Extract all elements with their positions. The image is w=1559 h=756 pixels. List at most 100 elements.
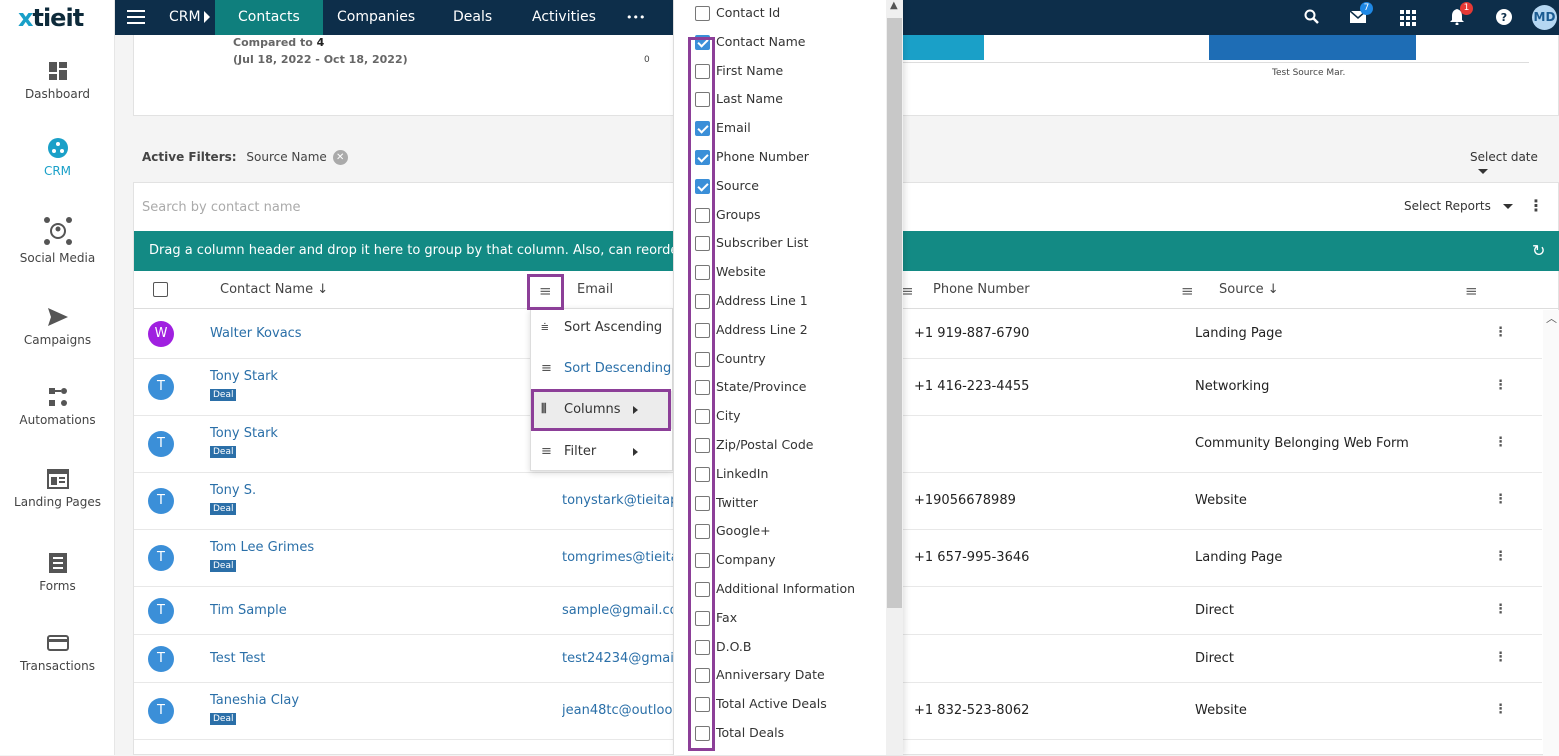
scroll-thumb[interactable] xyxy=(887,18,902,608)
sidebar-item-dashboard[interactable]: Dashboard xyxy=(0,59,115,101)
column-checkbox[interactable] xyxy=(695,582,710,597)
email-cell[interactable]: sample@gmail.com xyxy=(562,603,674,618)
active-filters: Active Filters: Source Name ✕ xyxy=(142,150,348,165)
contact-name-link[interactable]: Test Test xyxy=(210,651,265,666)
column-checkbox[interactable] xyxy=(695,438,710,453)
email-cell[interactable]: tomgrimes@tieitap xyxy=(562,550,674,565)
chart-bar-1 xyxy=(902,35,984,60)
refresh-icon[interactable]: ↻ xyxy=(1532,231,1545,271)
contact-name-link[interactable]: Tony Stark xyxy=(210,426,278,441)
column-checkbox[interactable] xyxy=(695,121,710,137)
column-checkbox[interactable] xyxy=(695,322,710,338)
search-icon[interactable] xyxy=(1304,9,1320,25)
contact-name-link[interactable]: Tony Stark xyxy=(210,369,278,384)
column-checkbox[interactable] xyxy=(695,150,710,165)
mail-button[interactable]: 7 xyxy=(1349,2,1373,28)
more-vert-icon[interactable]: ⋮ xyxy=(1528,196,1544,215)
sidebar-item-crm[interactable]: CRM xyxy=(0,136,115,178)
sort-descending-item[interactable]: ≡ Sort Descending xyxy=(531,350,672,388)
sort-ascending-item[interactable]: ⩧ Sort Ascending xyxy=(531,309,672,347)
column-checkbox[interactable] xyxy=(695,380,710,396)
header-phone-number[interactable]: Phone Number xyxy=(933,282,1030,297)
filter-item[interactable]: ≡ Filter xyxy=(531,433,672,471)
tieit-logo[interactable]: xtieit xyxy=(18,4,84,32)
scroll-up-icon[interactable]: ▲ xyxy=(890,0,898,11)
select-date-dropdown[interactable]: Select date xyxy=(1470,150,1559,178)
row-more-icon[interactable]: ⋮ xyxy=(1494,650,1507,665)
apps-grid-icon[interactable] xyxy=(1400,10,1416,26)
sidebar-item-social-media[interactable]: Social Media xyxy=(0,215,115,265)
contact-name-link[interactable]: Tom Lee Grimes xyxy=(210,540,314,555)
column-checkbox[interactable] xyxy=(695,409,710,425)
row-more-icon[interactable]: ⋮ xyxy=(1494,602,1507,617)
grid-scrollbar[interactable]: ︿ xyxy=(1543,310,1559,756)
columns-item[interactable]: ⦀ Columns xyxy=(531,391,672,429)
contact-name-link[interactable]: Tim Sample xyxy=(210,603,287,618)
row-more-icon[interactable]: ⋮ xyxy=(1494,702,1507,717)
source-column-menu-icon[interactable]: ≡ xyxy=(1465,282,1478,300)
column-checkbox[interactable] xyxy=(695,553,710,569)
column-checkbox[interactable] xyxy=(695,610,710,626)
select-reports-dropdown[interactable]: Select Reports xyxy=(1404,199,1513,213)
email-cell[interactable]: test24234@gmail.c xyxy=(562,651,674,666)
row-more-icon[interactable]: ⋮ xyxy=(1494,492,1507,507)
sidebar-item-transactions[interactable]: Transactions xyxy=(0,631,115,673)
column-checkbox[interactable] xyxy=(695,639,710,655)
tab-companies[interactable]: Companies xyxy=(337,0,415,35)
tab-activities[interactable]: Activities xyxy=(532,0,596,35)
sidebar-item-campaigns[interactable]: Campaigns xyxy=(0,305,115,347)
user-avatar[interactable]: MD xyxy=(1532,5,1557,30)
header-contact-name[interactable]: Contact Name ↓ xyxy=(220,282,328,297)
column-checkbox[interactable] xyxy=(695,265,710,281)
crm-breadcrumb[interactable]: CRM xyxy=(169,0,201,35)
contact-name-column-menu-icon[interactable]: ≡ xyxy=(539,282,552,300)
phone-cell: +1 919-887-6790 xyxy=(914,326,1030,341)
contact-name-link[interactable]: Tony S. xyxy=(210,483,256,498)
remove-filter-icon[interactable]: ✕ xyxy=(332,150,348,165)
select-date-label: Select date xyxy=(1470,150,1538,164)
column-checkbox[interactable] xyxy=(695,524,710,540)
column-option-label: Address Line 1 xyxy=(716,293,808,308)
hamburger-menu-icon[interactable] xyxy=(127,10,145,24)
tab-deals[interactable]: Deals xyxy=(453,0,492,35)
sidebar-item-landing-pages[interactable]: Landing Pages xyxy=(0,467,115,509)
column-checkbox[interactable] xyxy=(695,697,710,713)
sidebar-item-forms[interactable]: Forms xyxy=(0,551,115,593)
column-checkbox[interactable] xyxy=(695,6,710,21)
scroll-up-icon[interactable]: ︿ xyxy=(1546,310,1557,326)
row-more-icon[interactable]: ⋮ xyxy=(1494,325,1507,340)
contact-name-link[interactable]: Taneshia Clay xyxy=(210,693,299,708)
more-tabs-button[interactable]: ••• xyxy=(626,0,645,35)
column-checkbox[interactable] xyxy=(695,466,710,482)
column-checkbox[interactable] xyxy=(695,34,710,50)
column-checkbox[interactable] xyxy=(695,178,710,194)
row-more-icon[interactable]: ⋮ xyxy=(1494,378,1507,393)
column-checkbox[interactable] xyxy=(695,63,710,79)
header-email[interactable]: Email xyxy=(577,282,613,297)
column-checkbox[interactable] xyxy=(695,495,710,511)
column-checkbox[interactable] xyxy=(695,294,710,309)
column-checkbox[interactable] xyxy=(695,207,710,223)
tab-contacts[interactable]: Contacts xyxy=(215,0,323,35)
column-checkbox[interactable] xyxy=(695,351,710,367)
select-all-checkbox[interactable] xyxy=(153,282,168,297)
column-checkbox[interactable] xyxy=(695,726,710,741)
deal-tag: Deal xyxy=(210,503,237,515)
email-cell[interactable]: jean48tc@outlook. xyxy=(562,703,674,718)
help-icon[interactable]: ? xyxy=(1496,9,1512,25)
row-more-icon[interactable]: ⋮ xyxy=(1494,435,1507,450)
notifications-button[interactable]: 1 xyxy=(1450,2,1473,29)
row-more-icon[interactable]: ⋮ xyxy=(1494,549,1507,564)
sidebar-item-automations[interactable]: Automations xyxy=(0,385,115,427)
deal-tag: Deal xyxy=(210,389,237,401)
column-checkbox[interactable] xyxy=(695,668,710,684)
avatar: T xyxy=(148,431,174,457)
contact-name-link[interactable]: Walter Kovacs xyxy=(210,326,302,341)
email-cell[interactable]: tonystark@tieitapp xyxy=(562,493,674,508)
column-checkbox[interactable] xyxy=(695,92,710,108)
column-checkbox[interactable] xyxy=(695,236,710,252)
search-input[interactable]: Search by contact name xyxy=(142,200,301,215)
header-source[interactable]: Source ↓ xyxy=(1219,282,1279,297)
columns-scrollbar[interactable]: ▲ xyxy=(886,0,903,755)
phone-column-menu-icon[interactable]: ≡ xyxy=(1181,282,1194,300)
